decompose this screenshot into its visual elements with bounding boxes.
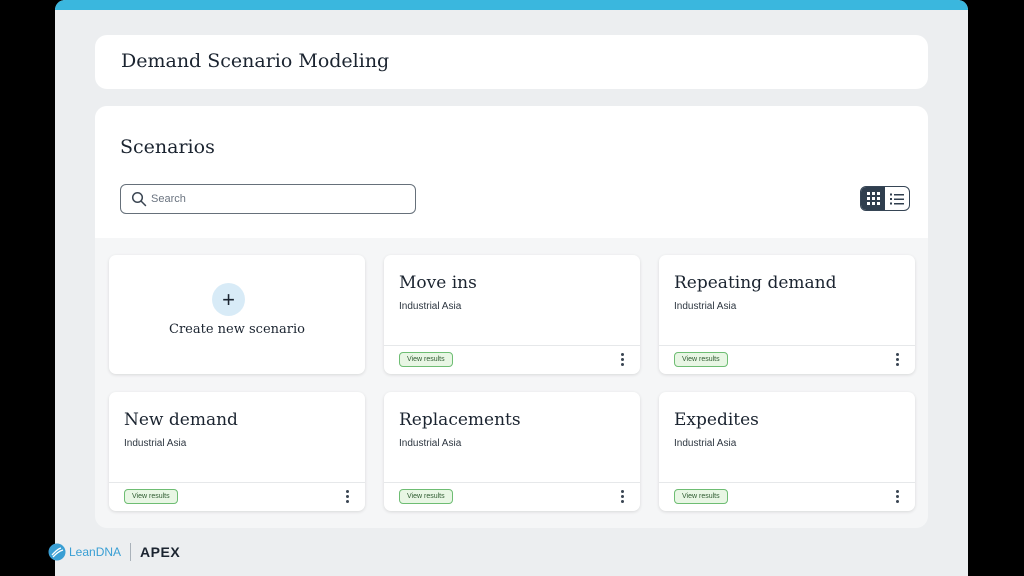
more-options-icon[interactable] <box>893 489 901 505</box>
list-view-button[interactable] <box>885 187 909 210</box>
scenario-card[interactable]: Move ins Industrial Asia View results <box>384 255 640 374</box>
plus-icon: + <box>212 283 245 316</box>
scenario-subtitle: Industrial Asia <box>674 438 737 449</box>
more-options-icon[interactable] <box>618 489 626 505</box>
view-results-button[interactable]: View results <box>399 352 453 367</box>
scenario-title: Expedites <box>674 410 759 430</box>
scenario-subtitle: Industrial Asia <box>399 301 462 312</box>
scenario-card[interactable]: Replacements Industrial Asia View result… <box>384 392 640 511</box>
more-options-icon[interactable] <box>343 489 351 505</box>
view-toggle <box>860 186 910 211</box>
scenarios-toolbar: Scenarios <box>95 106 928 238</box>
create-scenario-label: Create new scenario <box>169 322 305 337</box>
view-results-button[interactable]: View results <box>124 489 178 504</box>
section-title: Scenarios <box>120 136 215 158</box>
scenario-subtitle: Industrial Asia <box>674 301 737 312</box>
scenarios-panel: Scenarios Search + Create new scenario M… <box>95 106 928 528</box>
create-scenario-tile[interactable]: + Create new scenario <box>109 255 365 374</box>
list-icon <box>890 193 904 204</box>
scenario-title: Repeating demand <box>674 273 837 293</box>
footer-brand: LeanDNA APEX <box>48 542 180 562</box>
leandna-logo-icon <box>48 543 66 561</box>
more-options-icon[interactable] <box>893 352 901 368</box>
scenario-card[interactable]: Expedites Industrial Asia View results <box>659 392 915 511</box>
view-results-button[interactable]: View results <box>674 352 728 367</box>
page-header: Demand Scenario Modeling <box>95 35 928 89</box>
scenario-subtitle: Industrial Asia <box>399 438 462 449</box>
search-input[interactable] <box>151 189 406 209</box>
scenario-card-footer: View results <box>384 482 640 511</box>
grid-view-button[interactable] <box>861 187 885 210</box>
app-frame: Demand Scenario Modeling Scenarios Searc… <box>55 0 968 576</box>
view-results-button[interactable]: View results <box>399 489 453 504</box>
scenario-card[interactable]: New demand Industrial Asia View results <box>109 392 365 511</box>
search-icon <box>131 191 147 207</box>
more-options-icon[interactable] <box>618 352 626 368</box>
brand-divider <box>130 543 132 561</box>
scenario-title: Replacements <box>399 410 521 430</box>
brand-apex: APEX <box>140 544 181 560</box>
scenario-title: Move ins <box>399 273 477 293</box>
scenario-card-footer: View results <box>384 345 640 374</box>
brand-leandna: LeanDNA <box>69 545 122 559</box>
scenario-card-footer: View results <box>659 345 915 374</box>
accent-bar <box>55 0 968 10</box>
view-results-button[interactable]: View results <box>674 489 728 504</box>
scenario-card-footer: View results <box>659 482 915 511</box>
page-title: Demand Scenario Modeling <box>121 50 390 72</box>
scenario-subtitle: Industrial Asia <box>124 438 187 449</box>
scenario-title: New demand <box>124 410 238 430</box>
grid-icon <box>866 192 880 205</box>
search-box[interactable] <box>120 184 416 214</box>
scenario-card-footer: View results <box>109 482 365 511</box>
scenario-card[interactable]: Repeating demand Industrial Asia View re… <box>659 255 915 374</box>
